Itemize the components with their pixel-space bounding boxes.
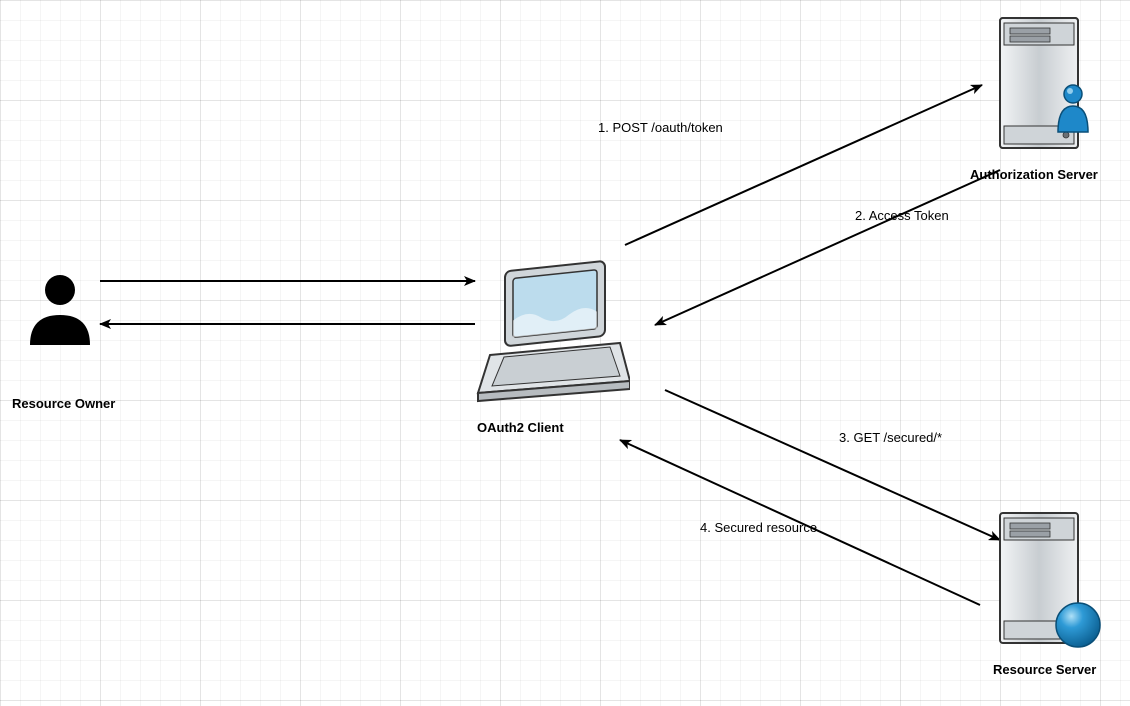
person-icon	[25, 270, 95, 350]
edge-label-step4: 4. Secured resource	[700, 520, 817, 535]
edge-label-step3: 3. GET /secured/*	[839, 430, 942, 445]
arrow-step2	[655, 170, 1000, 325]
authorization-server-label: Authorization Server	[970, 167, 1098, 182]
resource-server-label: Resource Server	[993, 662, 1096, 677]
resource-server-icon	[980, 505, 1110, 665]
edge-label-step1: 1. POST /oauth/token	[598, 120, 723, 135]
auth-server-icon	[980, 10, 1110, 170]
arrow-step3	[665, 390, 1000, 540]
resource-owner-label: Resource Owner	[12, 396, 115, 411]
edge-label-step2: 2. Access Token	[855, 208, 949, 223]
diagram-stage: Resource Owner OAuth2 Client	[0, 0, 1130, 706]
oauth2-client-label: OAuth2 Client	[477, 420, 564, 435]
laptop-icon	[470, 255, 630, 405]
